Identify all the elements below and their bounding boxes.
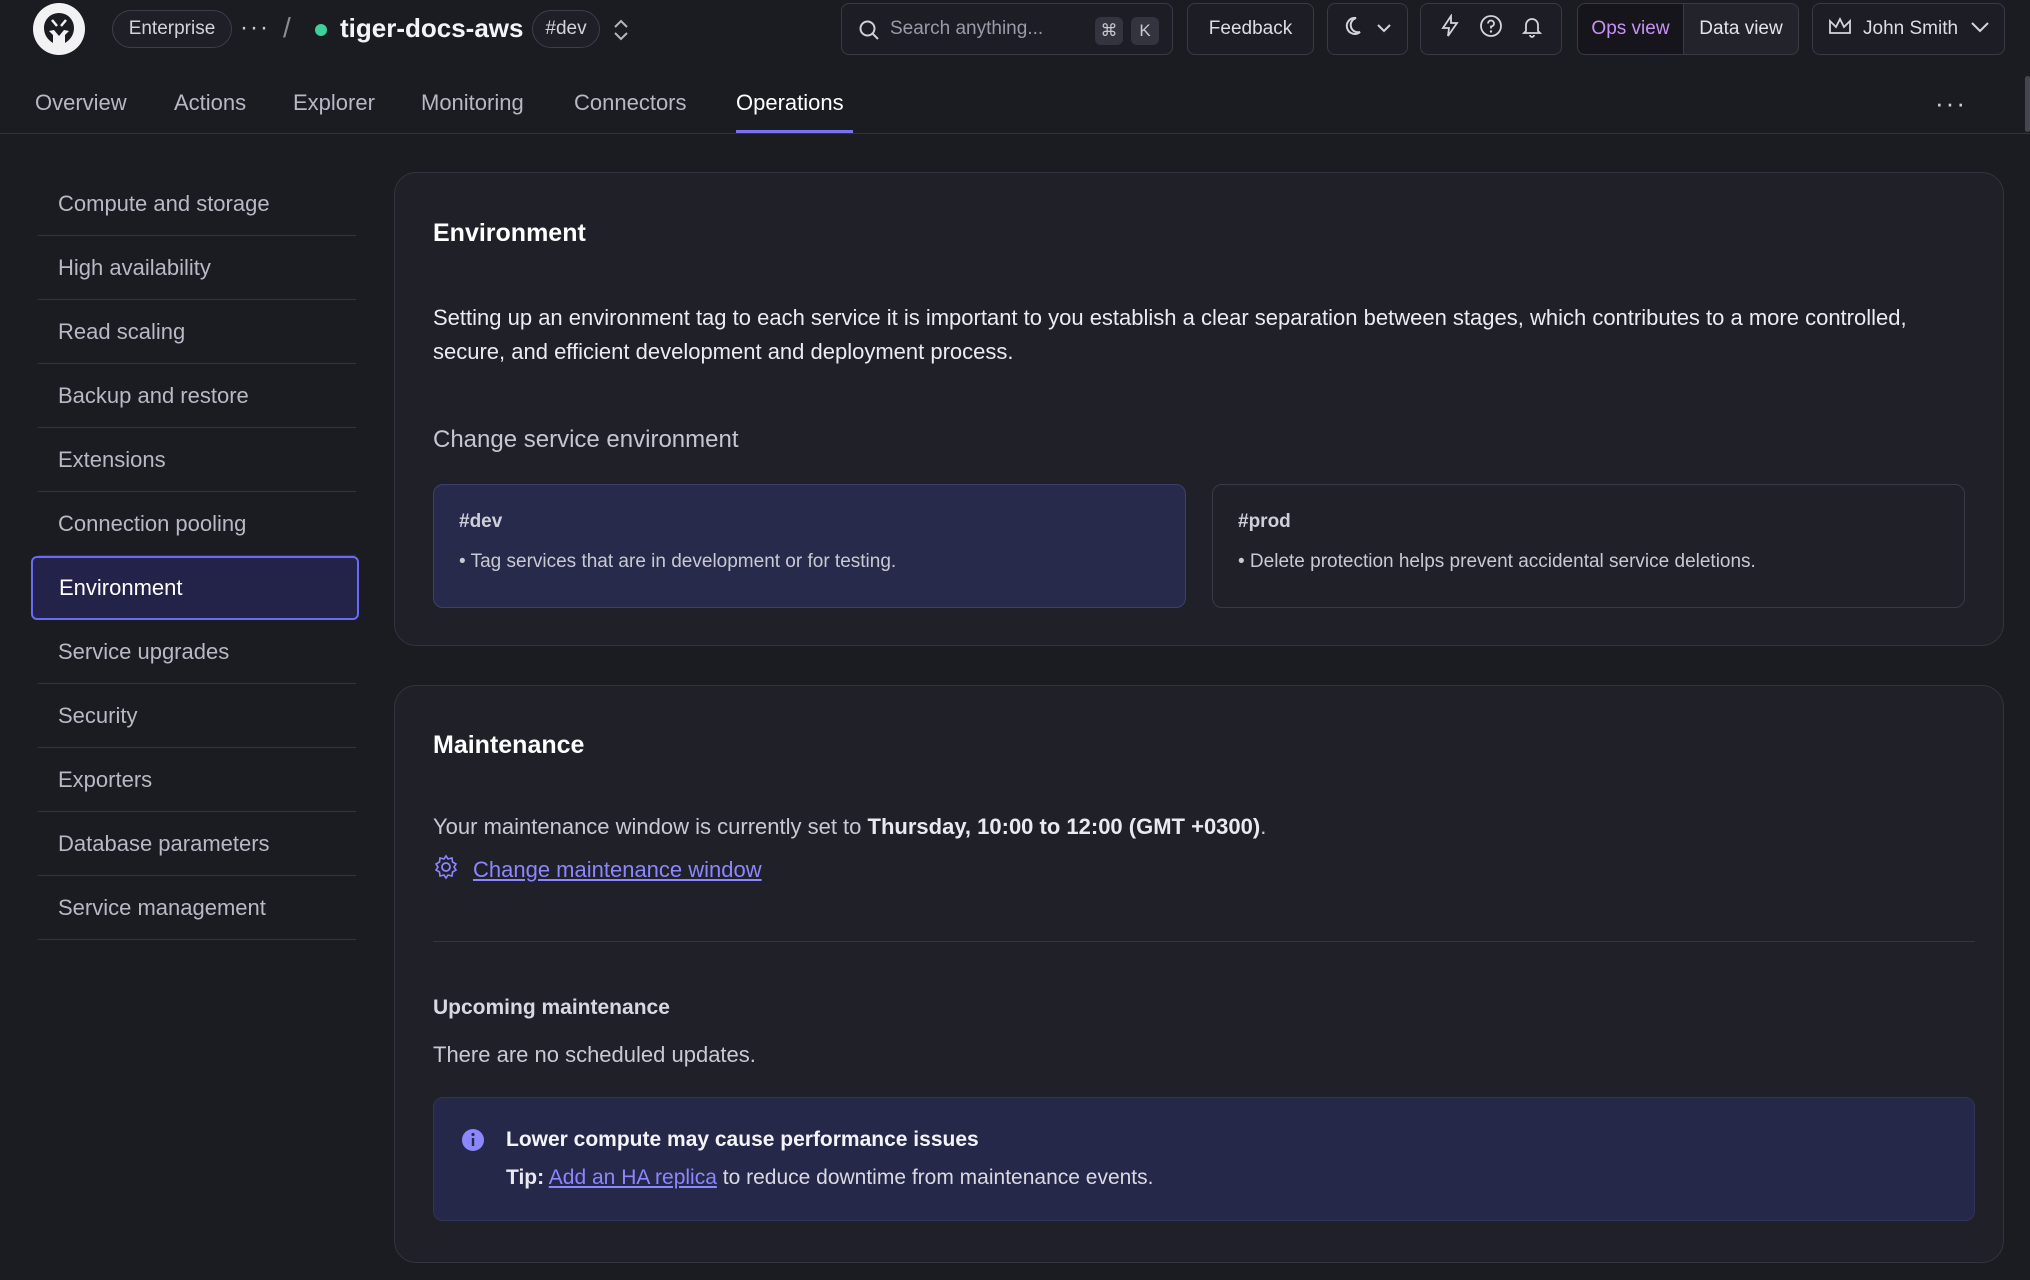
chevron-down-icon: [1376, 18, 1392, 40]
top-bar: Enterprise ··· / tiger-docs-aws #dev Sea…: [0, 0, 2030, 58]
sidebar-item-extensions[interactable]: Extensions: [38, 428, 356, 492]
chevron-down-icon: [1970, 18, 1990, 40]
change-environment-heading: Change service environment: [433, 426, 739, 453]
search-input[interactable]: Search anything... ⌘ K: [841, 3, 1173, 55]
active-tab-indicator: [736, 130, 853, 133]
ops-view-button[interactable]: Ops view: [1578, 4, 1684, 54]
info-icon: [461, 1128, 485, 1157]
shortcut-cmd-key: ⌘: [1095, 17, 1123, 45]
maintenance-window-suffix: .: [1260, 814, 1267, 839]
sidebar-item-read-scaling[interactable]: Read scaling: [38, 300, 356, 364]
sidebar-item-database-parameters[interactable]: Database parameters: [38, 812, 356, 876]
maintenance-window-prefix: Your maintenance window is currently set…: [433, 814, 868, 839]
maintenance-card: Maintenance Your maintenance window is c…: [394, 685, 2004, 1263]
user-menu-button[interactable]: John Smith: [1812, 3, 2005, 55]
environment-title: Environment: [433, 219, 586, 247]
crown-icon: [1827, 15, 1853, 43]
breadcrumb-separator: /: [283, 12, 291, 43]
data-view-button[interactable]: Data view: [1684, 4, 1798, 54]
moon-icon: [1344, 14, 1368, 44]
theme-toggle-button[interactable]: [1327, 3, 1408, 55]
service-status-dot: [315, 24, 327, 36]
change-maintenance-window-row: Change maintenance window: [433, 854, 762, 886]
env-option-dev-tag: #dev: [459, 511, 503, 532]
tab-explorer[interactable]: Explorer: [293, 90, 375, 116]
shortcut-k-key: K: [1131, 17, 1159, 45]
env-option-prod[interactable]: #prod • Delete protection helps prevent …: [1212, 484, 1965, 608]
env-option-prod-tag: #prod: [1238, 511, 1291, 532]
sidebar-item-service-management[interactable]: Service management: [38, 876, 356, 940]
env-option-dev[interactable]: #dev • Tag services that are in developm…: [433, 484, 1186, 608]
sidebar-item-connection-pooling[interactable]: Connection pooling: [38, 492, 356, 556]
maintenance-divider: [433, 941, 1975, 942]
environment-description: Setting up an environment tag to each se…: [433, 305, 1907, 364]
tip-suffix: to reduce downtime from maintenance even…: [716, 1166, 1154, 1189]
upcoming-maintenance-heading: Upcoming maintenance: [433, 996, 670, 1019]
performance-info-banner: Lower compute may cause performance issu…: [433, 1097, 1975, 1221]
org-label: Enterprise: [128, 18, 216, 39]
breadcrumb-more[interactable]: ···: [240, 14, 270, 42]
feedback-button[interactable]: Feedback: [1187, 3, 1314, 55]
gear-icon: [433, 854, 459, 886]
org-switcher[interactable]: Enterprise: [112, 10, 232, 48]
env-tag-label: #dev: [545, 18, 587, 39]
env-option-prod-description: • Delete protection helps prevent accide…: [1238, 551, 1756, 572]
maintenance-window-value: Thursday, 10:00 to 12:00 (GMT +0300): [867, 814, 1261, 839]
env-option-dev-description: • Tag services that are in development o…: [459, 551, 897, 572]
search-icon: [858, 19, 880, 46]
environment-card: Environment Setting up an environment ta…: [394, 172, 2004, 646]
sidebar-item-service-upgrades[interactable]: Service upgrades: [38, 620, 356, 684]
operations-sidebar: Compute and storage High availability Re…: [31, 172, 359, 940]
tab-monitoring[interactable]: Monitoring: [421, 90, 524, 116]
help-icon[interactable]: [1479, 14, 1503, 44]
more-options-icon[interactable]: ···: [1935, 88, 1967, 119]
sidebar-item-high-availability[interactable]: High availability: [38, 236, 356, 300]
env-tag-badge[interactable]: #dev: [532, 10, 600, 48]
service-switch-icon[interactable]: [611, 16, 631, 49]
tiger-logo-icon[interactable]: [33, 3, 85, 55]
sidebar-item-security[interactable]: Security: [38, 684, 356, 748]
change-maintenance-window-link[interactable]: Change maintenance window: [473, 857, 762, 883]
tip-label: Tip:: [506, 1166, 545, 1189]
view-toggle: Ops view Data view: [1577, 3, 1799, 55]
tab-operations[interactable]: Operations: [736, 90, 844, 116]
search-placeholder: Search anything...: [890, 18, 1044, 39]
lightning-icon[interactable]: [1438, 13, 1462, 44]
main-tabs: Overview Actions Explorer Monitoring Con…: [0, 58, 2030, 134]
maintenance-title: Maintenance: [433, 731, 585, 759]
sidebar-item-environment[interactable]: Environment: [31, 556, 359, 620]
sidebar-item-exporters[interactable]: Exporters: [38, 748, 356, 812]
no-scheduled-updates-text: There are no scheduled updates.: [433, 1042, 756, 1067]
bell-icon[interactable]: [1520, 14, 1544, 44]
tab-overview[interactable]: Overview: [35, 90, 127, 116]
page-scrollbar[interactable]: [2025, 76, 2030, 132]
quick-actions-group: [1420, 3, 1562, 55]
tab-connectors[interactable]: Connectors: [574, 90, 687, 116]
sidebar-item-backup-and-restore[interactable]: Backup and restore: [38, 364, 356, 428]
service-name[interactable]: tiger-docs-aws: [340, 13, 524, 44]
banner-tip: Tip: Add an HA replica to reduce downtim…: [506, 1166, 1153, 1190]
banner-title: Lower compute may cause performance issu…: [506, 1128, 979, 1151]
maintenance-window-text: Your maintenance window is currently set…: [433, 814, 1266, 840]
sidebar-item-compute-and-storage[interactable]: Compute and storage: [38, 172, 356, 236]
tab-actions[interactable]: Actions: [174, 90, 246, 116]
add-ha-replica-link[interactable]: Add an HA replica: [549, 1166, 717, 1189]
feedback-label: Feedback: [1208, 18, 1293, 39]
user-name: John Smith: [1863, 18, 1959, 39]
